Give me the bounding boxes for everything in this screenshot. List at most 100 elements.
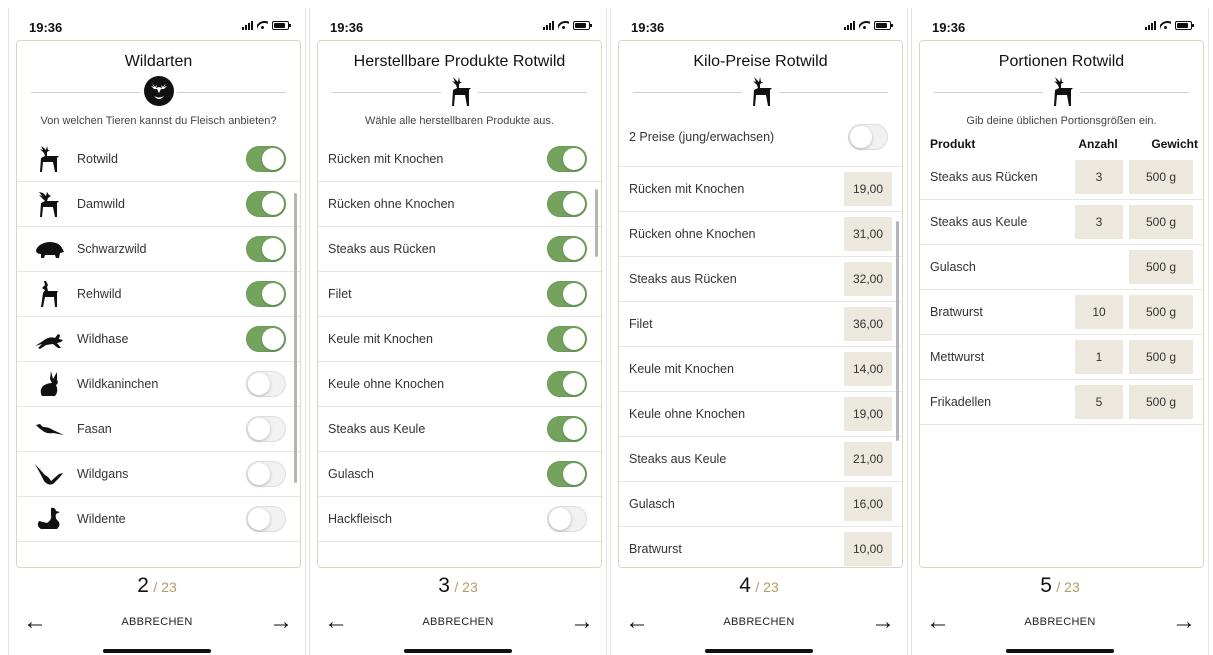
count-input[interactable]: 10	[1075, 295, 1123, 329]
portion-row: Frikadellen 5 500 g	[920, 380, 1203, 425]
emblem-row	[619, 75, 902, 107]
status-icons	[242, 21, 291, 30]
toggle-switch[interactable]	[246, 191, 286, 217]
stage: 19:36 Wildarten Von welchen Tieren kanns…	[0, 0, 1213, 655]
list-item-label: Wildgans	[77, 467, 129, 481]
home-indicator[interactable]	[705, 649, 813, 653]
product-item[interactable]: Hackfleisch	[318, 497, 601, 542]
toggle-switch[interactable]	[246, 416, 286, 442]
price-input[interactable]: 36,00	[844, 307, 892, 341]
toggle-switch[interactable]	[547, 236, 587, 262]
status-time: 19:36	[932, 20, 966, 35]
toggle-switch[interactable]	[547, 146, 587, 172]
product-item[interactable]: Filet	[318, 272, 601, 317]
list-item-label: Wildente	[77, 512, 126, 526]
current-page: 2	[137, 574, 149, 597]
product-item[interactable]: Gulasch	[318, 452, 601, 497]
current-page: 4	[739, 574, 751, 597]
home-indicator[interactable]	[103, 649, 211, 653]
scrollbar[interactable]	[896, 221, 899, 441]
list-item-wildhase[interactable]: Wildhase	[17, 317, 300, 362]
list-item-wildkaninchen[interactable]: Wildkaninchen	[17, 362, 300, 407]
list-item-wildgans[interactable]: Wildgans	[17, 452, 300, 497]
toggle-switch[interactable]	[246, 146, 286, 172]
content-card: Portionen Rotwild Gib deine üblichen Por…	[919, 40, 1204, 568]
scrollbar[interactable]	[595, 189, 598, 257]
list-item-rotwild[interactable]: Rotwild	[17, 137, 300, 182]
count-input[interactable]: 3	[1075, 205, 1123, 239]
status-bar: 19:36	[9, 8, 305, 38]
product-item[interactable]: Keule ohne Knochen	[318, 362, 601, 407]
count-input[interactable]: 1	[1075, 340, 1123, 374]
toggle-switch[interactable]	[547, 506, 587, 532]
toggle-switch[interactable]	[246, 281, 286, 307]
product-label: Bratwurst	[629, 542, 682, 556]
product-label: Mettwurst	[930, 350, 985, 364]
forward-arrow-icon[interactable]: →	[1172, 608, 1196, 636]
deer-icon	[40, 146, 59, 172]
cancel-button[interactable]: ABBRECHEN	[9, 616, 305, 628]
toggle-switch[interactable]	[246, 506, 286, 532]
portion-row: Steaks aus Rücken 3 500 g	[920, 155, 1203, 200]
product-item[interactable]: Keule mit Knochen	[318, 317, 601, 362]
toggle-switch[interactable]	[246, 461, 286, 487]
weight-input[interactable]: 500 g	[1129, 385, 1193, 419]
weight-input[interactable]: 500 g	[1129, 295, 1193, 329]
list-item-schwarzwild[interactable]: Schwarzwild	[17, 227, 300, 272]
price-row: Filet 36,00	[619, 302, 902, 347]
content-card: Herstellbare Produkte Rotwild Wähle alle…	[317, 40, 602, 568]
home-indicator[interactable]	[1006, 649, 1114, 653]
toggle-switch[interactable]	[246, 326, 286, 352]
product-item[interactable]: Steaks aus Rücken	[318, 227, 601, 272]
toggle-switch[interactable]	[547, 461, 587, 487]
status-bar: 19:36	[912, 8, 1208, 38]
forward-arrow-icon[interactable]: →	[570, 608, 594, 636]
toggle-switch[interactable]	[547, 416, 587, 442]
scrollbar[interactable]	[294, 193, 297, 483]
price-input[interactable]: 19,00	[844, 397, 892, 431]
weight-input[interactable]: 500 g	[1129, 205, 1193, 239]
fallow-deer-icon	[39, 192, 59, 217]
product-item[interactable]: Steaks aus Keule	[318, 407, 601, 452]
toggle-switch[interactable]	[246, 236, 286, 262]
wifi-icon	[1160, 21, 1171, 30]
two-prices-toggle[interactable]	[848, 123, 888, 150]
list-item-rehwild[interactable]: Rehwild	[17, 272, 300, 317]
price-input[interactable]: 16,00	[844, 487, 892, 521]
product-item[interactable]: Rücken ohne Knochen	[318, 182, 601, 227]
count-input[interactable]: 5	[1075, 385, 1123, 419]
price-input[interactable]: 14,00	[844, 352, 892, 386]
weight-input[interactable]: 500 g	[1129, 340, 1193, 374]
weight-input[interactable]: 500 g	[1129, 250, 1193, 284]
forward-arrow-icon[interactable]: →	[269, 608, 293, 636]
toggle-switch[interactable]	[246, 371, 286, 397]
weight-input[interactable]: 500 g	[1129, 160, 1193, 194]
cancel-button[interactable]: ABBRECHEN	[310, 616, 606, 628]
wifi-icon	[257, 21, 268, 30]
toggle-switch[interactable]	[547, 326, 587, 352]
list-item-wildente[interactable]: Wildente	[17, 497, 300, 542]
list-item-label: Fasan	[77, 422, 112, 436]
price-input[interactable]: 21,00	[844, 442, 892, 476]
current-page: 5	[1040, 574, 1052, 597]
price-input[interactable]: 31,00	[844, 217, 892, 251]
product-item[interactable]: Rücken mit Knochen	[318, 137, 601, 182]
forward-arrow-icon[interactable]: →	[871, 608, 895, 636]
two-prices-row[interactable]: 2 Preise (jung/erwachsen)	[619, 107, 902, 167]
page-title: Herstellbare Produkte Rotwild	[353, 53, 566, 70]
list-item-damwild[interactable]: Damwild	[17, 182, 300, 227]
status-icons	[844, 21, 893, 30]
list-item-fasan[interactable]: Fasan	[17, 407, 300, 452]
toggle-switch[interactable]	[547, 281, 587, 307]
price-input[interactable]: 19,00	[844, 172, 892, 206]
toggle-switch[interactable]	[547, 191, 587, 217]
price-input[interactable]: 32,00	[844, 262, 892, 296]
cancel-button[interactable]: ABBRECHEN	[912, 616, 1208, 628]
home-indicator[interactable]	[404, 649, 512, 653]
cancel-button[interactable]: ABBRECHEN	[611, 616, 907, 628]
price-input[interactable]: 10,00	[844, 532, 892, 566]
boar-icon	[36, 242, 64, 258]
toggle-switch[interactable]	[547, 371, 587, 397]
count-input[interactable]: 3	[1075, 160, 1123, 194]
product-label: Rücken mit Knochen	[629, 182, 745, 196]
